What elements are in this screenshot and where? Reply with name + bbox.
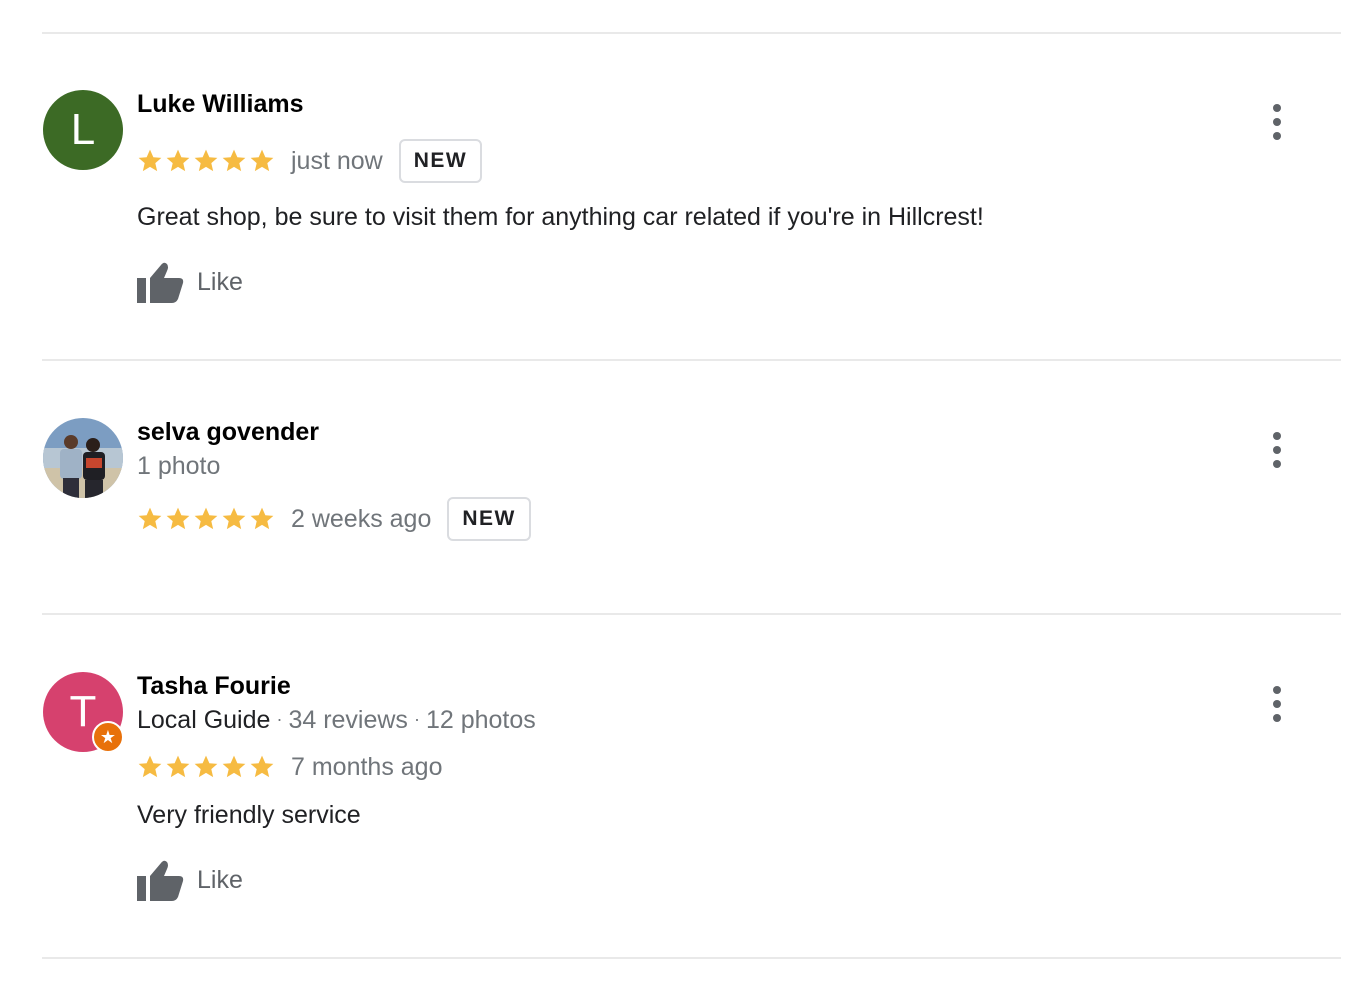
like-button[interactable]: Like <box>137 858 243 902</box>
more-options-button[interactable] <box>1262 104 1292 140</box>
more-vert-icon <box>1273 432 1281 440</box>
new-badge: NEW <box>398 139 483 183</box>
review-text: Great shop, be sure to visit them for an… <box>137 203 984 231</box>
like-label: Like <box>197 865 243 894</box>
photos-count: 12 photos <box>425 706 536 734</box>
star-icon <box>250 507 274 530</box>
divider <box>42 359 1341 361</box>
star-icon <box>222 149 246 172</box>
avatar[interactable]: T ★ <box>43 672 124 753</box>
star-icon <box>166 507 190 530</box>
reviewer-stats[interactable]: Local Guide · 34 reviews · 12 photos <box>137 706 536 735</box>
avatar-letter: T <box>69 687 97 736</box>
local-guide-star-icon: ★ <box>92 721 124 753</box>
more-vert-icon <box>1273 104 1281 112</box>
reviewer-name[interactable]: Luke Williams <box>137 90 304 119</box>
star-icon <box>194 755 218 778</box>
reviewer-photo-count[interactable]: 1 photo <box>137 452 220 481</box>
new-badge: NEW <box>447 497 531 541</box>
thumbs-up-icon <box>137 262 184 303</box>
divider <box>42 32 1341 34</box>
review-time: just now <box>291 146 383 175</box>
more-vert-icon <box>1273 686 1281 694</box>
rating-row: 2 weeks ago NEW <box>137 497 531 541</box>
reviewer-name[interactable]: selva govender <box>137 418 319 447</box>
reviewer-name[interactable]: Tasha Fourie <box>137 672 291 701</box>
avatar-letter: L <box>70 105 96 154</box>
separator-dot: · <box>276 709 283 729</box>
star-icon <box>222 755 246 778</box>
star-icon <box>138 755 162 778</box>
more-options-button[interactable] <box>1262 432 1292 468</box>
star-icon <box>166 149 190 172</box>
avatar[interactable]: L <box>43 90 123 170</box>
review-time: 7 months ago <box>291 752 443 781</box>
like-button[interactable]: Like <box>137 260 243 304</box>
divider <box>42 613 1341 615</box>
like-label: Like <box>197 267 243 296</box>
star-icon <box>194 149 218 172</box>
local-guide-label: Local Guide <box>137 706 271 734</box>
more-options-button[interactable] <box>1262 686 1292 722</box>
reviews-list: L Luke Williams just now NEW Great shop,… <box>0 0 1370 984</box>
star-rating <box>137 506 277 532</box>
reviews-count: 34 reviews <box>288 706 408 734</box>
star-icon <box>138 149 162 172</box>
star-icon <box>250 755 274 778</box>
avatar[interactable] <box>43 418 123 498</box>
thumbs-up-icon <box>137 860 184 901</box>
star-icon <box>250 149 274 172</box>
divider <box>42 957 1341 959</box>
rating-row: just now NEW <box>137 139 483 183</box>
star-icon <box>194 507 218 530</box>
review-text: Very friendly service <box>137 801 361 829</box>
star-icon <box>166 755 190 778</box>
star-icon <box>138 507 162 530</box>
star-rating <box>137 754 277 780</box>
star-icon <box>222 507 246 530</box>
separator-dot: · <box>413 709 420 729</box>
star-rating <box>137 148 277 174</box>
profile-photo <box>43 418 123 498</box>
review-time: 2 weeks ago <box>291 504 432 533</box>
rating-row: 7 months ago <box>137 745 443 789</box>
